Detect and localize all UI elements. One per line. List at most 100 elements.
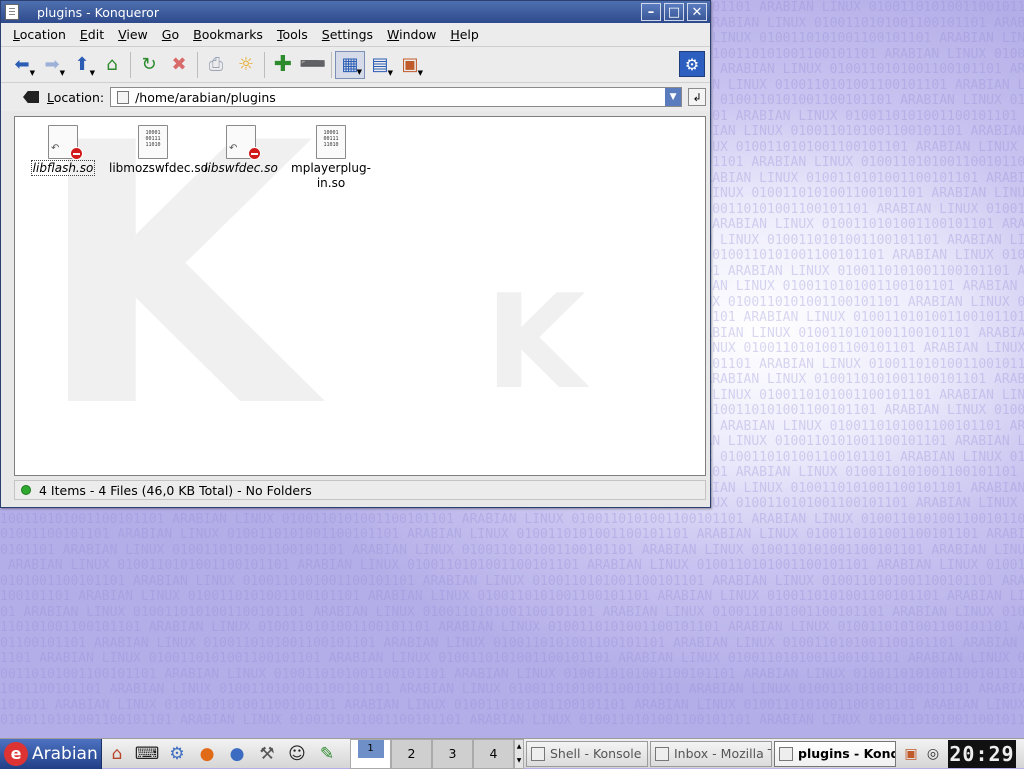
- zoom-in-button[interactable]: ✚: [268, 51, 298, 79]
- preview-button[interactable]: ☼: [231, 51, 261, 79]
- binary-line: 11010: [145, 142, 161, 148]
- dropdown-arrow-icon[interactable]: ▼: [30, 69, 35, 77]
- pager-desktop-2[interactable]: 2: [391, 738, 432, 769]
- start-button[interactable]: e Arabian: [0, 738, 102, 769]
- file-item[interactable]: 10001 00111 11010 libmozswfdec.so: [109, 117, 208, 176]
- status-bar: 4 Items - 4 Files (46,0 KB Total) - No F…: [14, 480, 706, 500]
- menu-tools[interactable]: Tools: [270, 27, 315, 42]
- document-icon[interactable]: [5, 4, 19, 20]
- task-button[interactable]: Inbox - Mozilla T: [650, 740, 772, 767]
- minimize-button[interactable]: –: [641, 3, 661, 21]
- status-indicator-icon: [21, 485, 31, 495]
- close-button[interactable]: ✕: [687, 3, 707, 21]
- print-button[interactable]: ⎙: [201, 51, 231, 79]
- task-button[interactable]: Shell - Konsole: [526, 740, 648, 767]
- thunderbird-launcher[interactable]: ●: [222, 739, 252, 769]
- back-button[interactable]: ⬅ ▼: [7, 51, 37, 79]
- zoom-out-button[interactable]: ➖: [298, 51, 328, 79]
- menu-help[interactable]: Help: [443, 27, 486, 42]
- detail-view-button[interactable]: ▣ ▼: [395, 51, 425, 79]
- file-item[interactable]: 10001 00111 11010 mplayerplug-in.so: [287, 117, 375, 191]
- menu-settings[interactable]: Settings: [315, 27, 380, 42]
- tux-launcher[interactable]: ☺: [282, 739, 312, 769]
- taskbar: e Arabian ⌂ ⌨ ⚙ ● ● ⚒ ☺ ✎ 1234 ▲ ▼ Shell …: [0, 738, 1024, 769]
- task-label: Shell - Konsole: [550, 746, 642, 761]
- go-button[interactable]: ↲: [688, 88, 707, 106]
- menu-edit[interactable]: Edit: [73, 27, 111, 42]
- menu-mnemonic: L: [13, 27, 20, 42]
- file-name: mplayerplug-in.so: [291, 161, 371, 190]
- main-toolbar: ⬅ ▼ ➡ ▼ ⬆ ▼ ⌂ ↻ ✖ ⎙ ☼ ✚ ➖ ▦ ▼ ▤ ▼ ▣ ▼ ⚙: [1, 47, 710, 83]
- clipboard-icon[interactable]: ▣: [900, 743, 922, 765]
- pager-desktop-1[interactable]: 1: [350, 738, 391, 769]
- scroll-up-icon[interactable]: ▲: [517, 743, 522, 750]
- editor-launcher[interactable]: ✎: [312, 739, 342, 769]
- thunderbird-icon: ●: [229, 743, 245, 764]
- file-view[interactable]: K K ↶ libflash.so 10001 00111 11010 libmozswf…: [14, 116, 706, 476]
- pager-desktop-4[interactable]: 4: [473, 738, 514, 769]
- dropdown-arrow-icon[interactable]: ▼: [90, 69, 95, 77]
- eye-icon[interactable]: ◎: [922, 743, 944, 765]
- firefox-icon: ●: [199, 743, 215, 764]
- home-button[interactable]: ⌂: [97, 51, 127, 79]
- file-item[interactable]: ↶ libflash.so: [19, 117, 107, 176]
- menu-bookmarks[interactable]: Bookmarks: [186, 27, 270, 42]
- location-input[interactable]: [135, 89, 666, 105]
- window-title: plugins - Konqueror: [37, 4, 159, 20]
- dropdown-arrow-icon[interactable]: ▼: [418, 69, 423, 77]
- home-icon: ⌂: [106, 54, 118, 75]
- network-launcher[interactable]: ⚙: [162, 739, 192, 769]
- menu-window[interactable]: Window: [380, 27, 443, 42]
- link-arrow-icon: ↶: [229, 143, 238, 154]
- clear-location-icon[interactable]: [23, 91, 39, 103]
- menu-mnemonic: B: [193, 27, 202, 42]
- scroll-down-icon[interactable]: ▼: [517, 757, 522, 764]
- icon-view-button[interactable]: ▦ ▼: [335, 50, 365, 79]
- tux-icon: ☺: [288, 743, 306, 764]
- file-name: libmozswfdec.so: [109, 161, 208, 175]
- dropdown-arrow-icon[interactable]: ▼: [357, 68, 362, 76]
- link-arrow-icon: ↶: [51, 143, 60, 154]
- reload-button[interactable]: ↻: [134, 51, 164, 79]
- tree-view-button[interactable]: ▤ ▼: [365, 51, 395, 79]
- dropdown-arrow-icon[interactable]: ▼: [388, 69, 393, 77]
- konsole-launcher[interactable]: ⌨: [132, 739, 162, 769]
- network-icon: ⚙: [169, 743, 185, 764]
- chevron-down-icon[interactable]: ▼: [665, 88, 682, 106]
- home-folder-launcher[interactable]: ⌂: [102, 739, 132, 769]
- location-bar: Location: ▼ ↲: [1, 83, 710, 111]
- broken-link-file-icon: ↶: [48, 125, 83, 160]
- menu-mnemonic: E: [79, 27, 88, 42]
- menu-go[interactable]: Go: [155, 27, 186, 42]
- stop-button[interactable]: ✖: [164, 51, 194, 79]
- pager-desktop-3[interactable]: 3: [432, 738, 473, 769]
- forward-button[interactable]: ➡ ▼: [37, 51, 67, 79]
- up-button[interactable]: ⬆ ▼: [67, 51, 97, 79]
- menu-label: ocation: [19, 27, 66, 42]
- title-bar[interactable]: plugins - Konqueror – □ ✕: [1, 1, 710, 23]
- task-label: plugins - Konq: [798, 746, 896, 761]
- file-item[interactable]: ↶ libswfdec.so: [197, 117, 285, 176]
- start-label: Arabian: [32, 743, 98, 764]
- back-arrow-icon: ⬅: [14, 54, 30, 75]
- menu-view[interactable]: View: [111, 27, 155, 42]
- app-icon: [779, 746, 793, 761]
- clock[interactable]: 20:29: [948, 739, 1016, 768]
- detail-view-icon: ▣: [401, 54, 419, 75]
- taskbar-scroll[interactable]: ▲ ▼: [514, 738, 524, 769]
- menu-label: dit: [87, 27, 105, 42]
- kde-gear-icon[interactable]: ⚙: [679, 51, 705, 77]
- arabian-logo-icon: e: [4, 741, 28, 766]
- task-list: Shell - Konsole Inbox - Mozilla T plugins …: [526, 740, 898, 767]
- task-button[interactable]: plugins - Konq: [774, 740, 896, 767]
- settings-launcher[interactable]: ⚒: [252, 739, 282, 769]
- location-combobox[interactable]: ▼: [110, 87, 683, 107]
- dropdown-arrow-icon[interactable]: ▼: [60, 69, 65, 77]
- menu-location[interactable]: Location: [6, 27, 73, 42]
- zoom-out-icon: ➖: [299, 52, 327, 77]
- maximize-button[interactable]: □: [664, 3, 684, 21]
- menu-mnemonic: W: [387, 27, 400, 42]
- menu-mnemonic: S: [321, 27, 330, 42]
- menu-label: ookmarks: [201, 27, 263, 42]
- firefox-launcher[interactable]: ●: [192, 739, 222, 769]
